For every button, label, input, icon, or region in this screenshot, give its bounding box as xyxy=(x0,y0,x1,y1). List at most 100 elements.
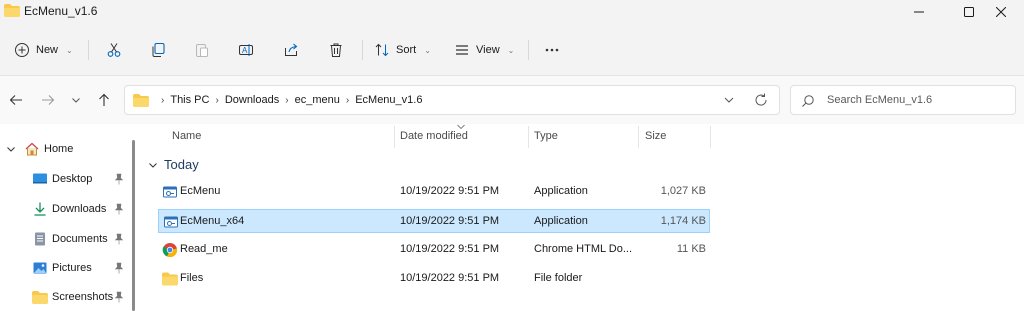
folder-icon xyxy=(162,272,178,286)
window-title: EcMenu_v1.6 xyxy=(24,4,98,18)
column-divider[interactable] xyxy=(528,126,529,148)
title-bar: EcMenu_v1.6 xyxy=(0,0,1024,24)
column-header-name[interactable]: Name xyxy=(172,130,201,142)
nav-item-label: Desktop xyxy=(52,173,93,185)
copy-icon xyxy=(152,42,165,57)
file-size: 1,027 KB xyxy=(660,185,706,197)
file-name: EcMenu_x64 xyxy=(180,215,245,227)
nav-item-label: Documents xyxy=(52,233,108,245)
chevron-down-icon xyxy=(149,162,157,168)
group-header-today[interactable]: Today xyxy=(148,157,199,172)
close-icon xyxy=(996,7,1006,17)
breadcrumb-separator-icon: › xyxy=(215,94,219,106)
new-button[interactable]: New ⌄ xyxy=(14,36,73,64)
search-box[interactable]: Search EcMenu_v1.6 xyxy=(790,85,1016,115)
file-type: Application xyxy=(534,185,588,197)
download-icon xyxy=(34,202,46,216)
nav-item-screenshots[interactable]: Screenshots xyxy=(32,286,128,308)
delete-button[interactable] xyxy=(324,38,348,62)
breadcrumb-ec-menu[interactable]: ec_menu xyxy=(295,94,340,106)
minimize-button[interactable] xyxy=(896,0,942,24)
desktop-icon xyxy=(33,173,47,184)
chevron-down-icon: ⌄ xyxy=(424,45,431,55)
forward-button[interactable] xyxy=(38,90,58,110)
paste-button[interactable] xyxy=(190,38,214,62)
file-date: 10/19/2022 9:51 PM xyxy=(400,272,500,284)
back-button[interactable] xyxy=(6,90,26,110)
file-type: File folder xyxy=(534,272,583,284)
copy-button[interactable] xyxy=(146,38,170,62)
pictures-icon xyxy=(33,262,47,274)
share-icon xyxy=(285,43,298,56)
app-icon xyxy=(164,216,178,228)
file-name: Files xyxy=(180,272,204,284)
chevron-down-icon: ⌄ xyxy=(66,45,73,55)
column-divider[interactable] xyxy=(710,126,711,148)
sort-icon xyxy=(375,43,389,57)
breadcrumb-separator-icon: › xyxy=(345,94,350,106)
divider xyxy=(528,40,529,60)
cut-button[interactable] xyxy=(102,38,126,62)
rename-button[interactable]: A xyxy=(234,38,258,62)
breadcrumb-current[interactable]: EcMenu_v1.6 xyxy=(355,94,422,106)
chevron-down-icon[interactable] xyxy=(6,144,16,154)
table-row-selected[interactable]: EcMenu_x64 10/19/2022 9:51 PM Applicatio… xyxy=(158,209,710,233)
file-date: 10/19/2022 9:51 PM xyxy=(400,185,500,197)
column-divider[interactable] xyxy=(394,126,395,148)
column-divider[interactable] xyxy=(638,126,639,148)
refresh-icon[interactable] xyxy=(753,92,769,108)
table-row[interactable]: Read_me 10/19/2022 9:51 PM Chrome HTML D… xyxy=(158,238,710,262)
nav-item-pictures[interactable]: Pictures xyxy=(32,257,128,279)
plus-circle-icon xyxy=(15,43,29,57)
arrow-up-icon xyxy=(99,93,109,106)
folder-icon xyxy=(4,4,20,17)
group-label: Today xyxy=(164,157,199,172)
file-type: Application xyxy=(534,215,588,227)
recent-locations-button[interactable] xyxy=(66,90,86,110)
breadcrumb-separator-icon: › xyxy=(285,94,289,106)
minimize-icon xyxy=(914,11,924,13)
arrow-right-icon xyxy=(42,95,55,105)
breadcrumb-this-pc[interactable]: This PC xyxy=(170,94,209,106)
file-size: 1,174 KB xyxy=(660,215,706,227)
column-header-type[interactable]: Type xyxy=(534,130,558,142)
nav-item-home[interactable]: Home xyxy=(6,138,73,160)
share-button[interactable] xyxy=(279,38,303,62)
pin-icon xyxy=(114,291,124,303)
view-button[interactable]: View ⌄ xyxy=(454,36,514,64)
nav-item-desktop[interactable]: Desktop xyxy=(32,168,128,190)
address-dropdown-icon[interactable] xyxy=(723,93,735,107)
nav-item-label: Pictures xyxy=(52,262,92,274)
chrome-icon xyxy=(162,243,178,258)
paste-icon xyxy=(196,44,208,57)
nav-item-documents[interactable]: Documents xyxy=(32,228,128,250)
breadcrumb-downloads[interactable]: Downloads xyxy=(225,94,279,106)
divider xyxy=(88,40,89,60)
new-label: New xyxy=(36,44,59,56)
scissors-icon xyxy=(107,43,121,57)
chevron-down-icon xyxy=(72,98,80,103)
sort-button[interactable]: Sort ⌄ xyxy=(374,36,431,64)
address-row: › This PC › Downloads › ec_menu › EcMenu… xyxy=(0,76,1024,124)
folder-icon xyxy=(133,94,149,107)
nav-item-downloads[interactable]: Downloads xyxy=(32,198,128,220)
svg-text:A: A xyxy=(242,46,248,55)
column-header-date-modified[interactable]: Date modified xyxy=(400,130,468,142)
table-row[interactable]: Files 10/19/2022 9:51 PM File folder xyxy=(158,267,710,291)
close-button[interactable] xyxy=(978,0,1024,24)
nav-pane-scrollbar[interactable] xyxy=(132,140,135,311)
trash-icon xyxy=(330,43,342,57)
sort-label: Sort xyxy=(396,44,417,56)
search-input[interactable]: Search EcMenu_v1.6 xyxy=(827,94,932,106)
documents-icon xyxy=(35,232,45,246)
column-header-size[interactable]: Size xyxy=(645,130,666,142)
more-options-button[interactable] xyxy=(540,38,564,62)
address-bar[interactable]: › This PC › Downloads › ec_menu › EcMenu… xyxy=(124,85,780,115)
search-icon xyxy=(802,95,814,107)
sort-chevron-icon xyxy=(457,124,465,130)
table-row[interactable]: EcMenu 10/19/2022 9:51 PM Application 1,… xyxy=(158,180,710,204)
nav-item-label: Downloads xyxy=(52,203,107,215)
divider xyxy=(362,40,363,60)
up-button[interactable] xyxy=(94,90,114,110)
file-size: 11 KB xyxy=(676,243,706,255)
